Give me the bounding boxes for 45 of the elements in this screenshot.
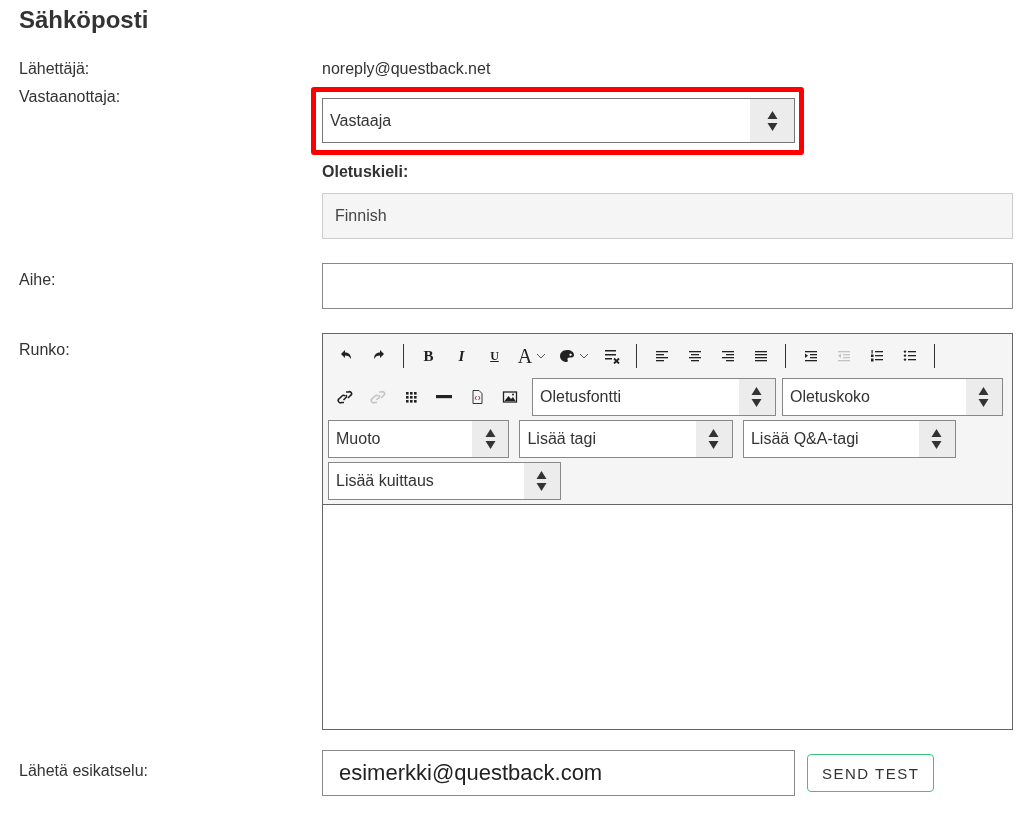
sort-arrows-icon	[978, 386, 990, 408]
toolbar-select[interactable]: Oletuskoko	[781, 378, 1003, 416]
language-field: Finnish	[322, 193, 1013, 239]
toolbar-select[interactable]: Lisää tagi	[519, 420, 733, 458]
sort-arrows-icon	[766, 109, 778, 132]
link-icon	[336, 389, 353, 405]
caret-icon	[536, 353, 547, 359]
numbered-list-icon	[868, 348, 885, 364]
image-icon	[501, 389, 518, 405]
format-button[interactable]: I	[445, 340, 478, 372]
email-field[interactable]: esimerkki@questback.com	[322, 750, 795, 796]
outdent-icon	[835, 348, 852, 364]
sort-arrows-icon	[536, 470, 548, 492]
clear-format-icon	[603, 348, 620, 364]
format-button[interactable]: U	[478, 340, 511, 372]
field-label: Oletuskieli:	[322, 163, 410, 181]
format-button[interactable]: B	[412, 340, 445, 372]
field-label: Aihe:	[19, 270, 57, 289]
toolbar-select[interactable]: Muoto	[328, 420, 510, 458]
sort-arrows-icon	[484, 428, 496, 450]
toolbar-select[interactable]: Lisää kuittaus	[328, 462, 561, 500]
align-right-icon	[719, 348, 736, 364]
indent-icon	[802, 348, 819, 364]
justify-icon	[752, 348, 769, 364]
text-color-button[interactable]: A	[511, 340, 553, 372]
field-label: Vastaanottaja:	[19, 88, 122, 106]
align-center-icon	[686, 348, 703, 364]
palette-icon	[559, 348, 575, 364]
field-label: Lähetä esikatselu:	[19, 761, 149, 780]
toolbar-select[interactable]: Oletusfontti	[532, 378, 776, 416]
caret-icon	[579, 353, 589, 359]
sort-arrows-icon	[708, 428, 720, 450]
subject-field[interactable]	[322, 263, 1013, 309]
field-label: Lähettäjä:	[19, 60, 91, 78]
send-test-button[interactable]: SEND TEST	[807, 754, 935, 792]
sort-arrows-icon	[751, 386, 763, 408]
recipient-select[interactable]: Vastaaja	[322, 98, 795, 143]
unlink-icon	[369, 389, 386, 405]
sender-address: noreply@questback.net	[322, 60, 492, 78]
toolbar-select[interactable]: Lisää Q&A-tagi	[742, 420, 956, 458]
field-label: Runko:	[19, 340, 71, 359]
align-left-icon	[653, 348, 670, 364]
bulleted-list-icon	[901, 348, 918, 364]
sort-arrows-icon	[931, 428, 943, 450]
page-title: Sähköposti	[19, 6, 150, 34]
